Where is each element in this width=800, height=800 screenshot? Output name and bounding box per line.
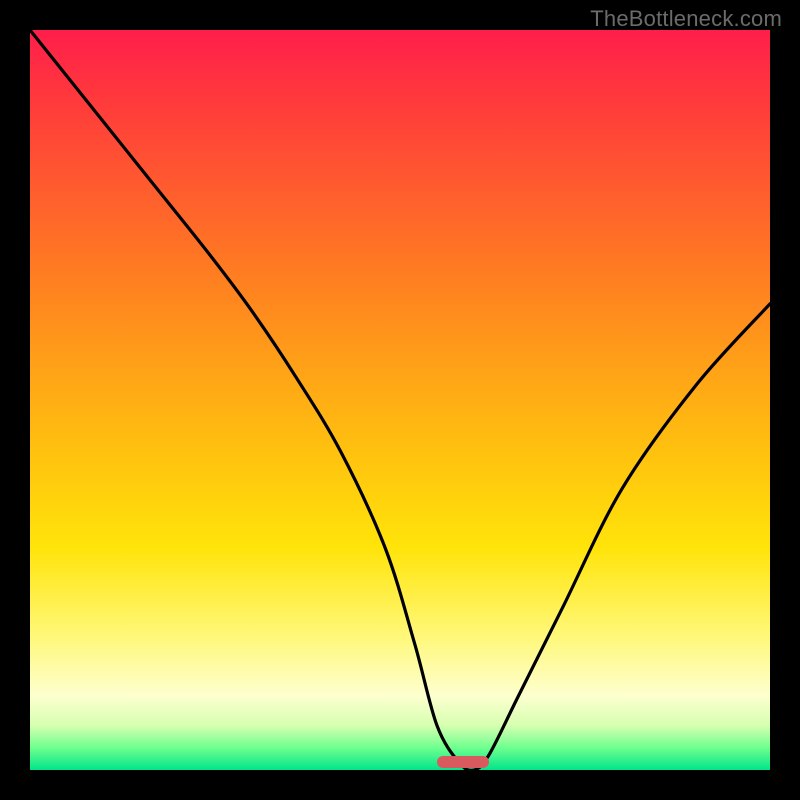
bottleneck-curve [30, 30, 770, 770]
optimum-marker [437, 756, 489, 768]
chart-frame: TheBottleneck.com [0, 0, 800, 800]
watermark-text: TheBottleneck.com [590, 6, 782, 32]
plot-area [30, 30, 770, 770]
